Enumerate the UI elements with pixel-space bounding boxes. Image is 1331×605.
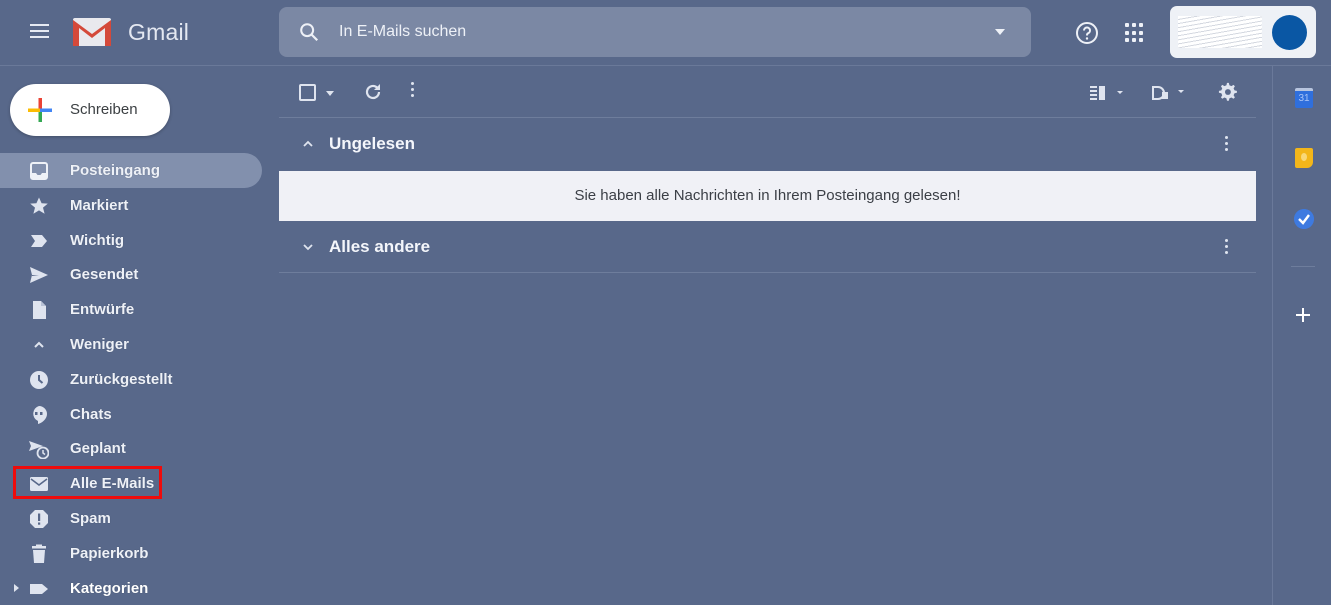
sidebar-item-label: Geplant xyxy=(70,440,126,458)
sidebar-item-label: Entwürfe xyxy=(70,301,135,319)
trash-icon xyxy=(32,544,46,563)
top-bar: Gmail xyxy=(0,0,1331,66)
sidebar-item-label: Zurückgestellt xyxy=(70,370,173,388)
compose-plus-icon xyxy=(28,98,52,122)
section-title: Alles andere xyxy=(329,237,431,256)
compose-button[interactable]: Schreiben xyxy=(10,84,170,136)
add-addon-icon[interactable] xyxy=(1295,306,1313,324)
sidebar-item-inbox[interactable]: Posteingang xyxy=(0,153,262,188)
gmail-logo-icon[interactable] xyxy=(72,17,112,47)
sidebar-item-chats[interactable]: Chats xyxy=(0,397,262,432)
sidebar-item-label: Weniger xyxy=(70,335,129,353)
search-bar[interactable] xyxy=(279,7,1031,57)
sidebar-item-categories[interactable]: Kategorien xyxy=(0,571,262,605)
sidebar-item-trash[interactable]: Papierkorb xyxy=(0,536,262,571)
spam-icon xyxy=(30,509,48,528)
display-density-icon[interactable] xyxy=(1152,84,1188,102)
inbox-icon xyxy=(30,162,48,180)
account-logo xyxy=(1178,16,1262,48)
search-options-icon[interactable] xyxy=(995,29,1005,35)
sidebar-item-sent[interactable]: Gesendet xyxy=(0,257,262,292)
apps-grid-icon[interactable] xyxy=(1125,23,1145,43)
chevron-up-icon[interactable] xyxy=(301,138,315,150)
avatar[interactable] xyxy=(1272,15,1307,50)
sidebar-item-label: Wichtig xyxy=(70,231,125,249)
sidebar-item-label: Posteingang xyxy=(70,162,161,179)
star-icon xyxy=(30,197,48,214)
select-all-checkbox[interactable] xyxy=(299,84,316,101)
mail-icon xyxy=(30,477,48,492)
scheduled-send-icon xyxy=(29,441,49,460)
gear-icon[interactable] xyxy=(1216,81,1238,103)
more-options-icon[interactable] xyxy=(409,82,415,102)
refresh-icon[interactable] xyxy=(363,82,383,102)
account-switcher[interactable] xyxy=(1170,6,1316,58)
menu-icon xyxy=(30,24,49,26)
select-options-icon[interactable] xyxy=(326,91,334,96)
section-unread[interactable]: Ungelesen xyxy=(279,120,1256,170)
chevron-up-icon xyxy=(34,341,44,348)
search-input[interactable] xyxy=(339,17,959,47)
sidebar-item-all-mail[interactable]: Alle E-Mails xyxy=(0,466,262,501)
sidebar-item-label: Spam xyxy=(70,509,111,527)
sidebar-item-snoozed[interactable]: Zurückgestellt xyxy=(0,362,262,397)
sidebar-item-scheduled[interactable]: Geplant xyxy=(0,431,262,466)
important-icon xyxy=(31,234,47,247)
compose-label: Schreiben xyxy=(70,101,138,118)
sidebar-nav: Posteingang Markiert Wichtig Gesendet En… xyxy=(0,153,262,605)
section-more-icon[interactable] xyxy=(1223,239,1229,259)
split-pane-icon[interactable] xyxy=(1090,84,1126,102)
sidebar-item-label: Chats xyxy=(70,405,112,423)
chevron-down-icon[interactable] xyxy=(301,241,315,253)
mail-toolbar xyxy=(279,68,1256,118)
app-title: Gmail xyxy=(128,19,190,45)
calendar-icon[interactable]: 31 xyxy=(1295,88,1313,108)
section-everything-else[interactable]: Alles andere xyxy=(279,223,1256,273)
clock-icon xyxy=(30,370,48,389)
send-icon xyxy=(30,267,48,284)
section-more-icon[interactable] xyxy=(1223,136,1229,156)
expand-arrow-icon[interactable] xyxy=(14,583,19,592)
rail-divider xyxy=(1291,266,1315,267)
draft-icon xyxy=(33,301,46,320)
sidebar-item-label: Gesendet xyxy=(70,266,139,284)
keep-icon[interactable] xyxy=(1295,148,1313,168)
chat-icon xyxy=(33,405,47,424)
search-icon[interactable] xyxy=(298,21,320,43)
help-icon[interactable] xyxy=(1075,21,1099,45)
sidebar-item-label: Alle E-Mails xyxy=(70,475,155,493)
sidebar-item-spam[interactable]: Spam xyxy=(0,501,262,536)
tasks-icon[interactable] xyxy=(1294,209,1314,229)
sidebar-item-drafts[interactable]: Entwürfe xyxy=(0,292,262,327)
section-title: Ungelesen xyxy=(329,134,415,153)
sidebar-item-label: Markiert xyxy=(70,196,129,214)
sidebar-item-label: Papierkorb xyxy=(70,544,149,562)
label-icon xyxy=(30,583,48,594)
sidebar-item-label: Kategorien xyxy=(70,579,149,597)
sidebar-item-important[interactable]: Wichtig xyxy=(0,223,262,258)
side-panel: 31 xyxy=(1272,66,1331,605)
main-menu-button[interactable] xyxy=(26,20,54,46)
sidebar-item-less[interactable]: Weniger xyxy=(0,327,262,362)
empty-message: Sie haben alle Nachrichten in Ihrem Post… xyxy=(279,171,1256,221)
sidebar-item-starred[interactable]: Markiert xyxy=(0,188,262,223)
